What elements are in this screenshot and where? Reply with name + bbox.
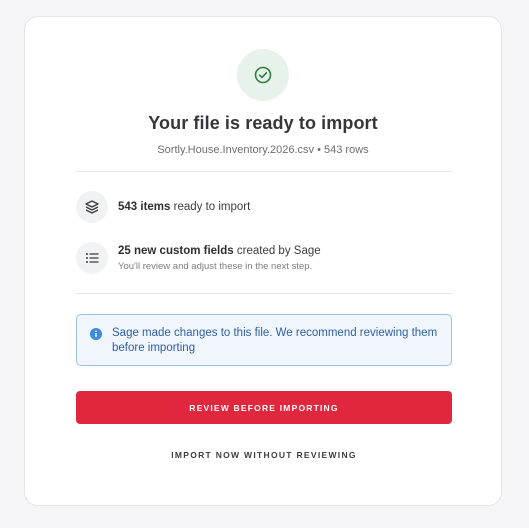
fields-summary-text: 25 new custom fields created by Sage You… bbox=[118, 244, 321, 273]
items-suffix: ready to import bbox=[170, 200, 251, 213]
fields-count: 25 new custom fields bbox=[118, 244, 234, 257]
items-summary-text: 543 items ready to import bbox=[118, 200, 250, 215]
import-ready-card: Your file is ready to import Sortly.Hous… bbox=[24, 16, 502, 506]
info-icon bbox=[90, 328, 102, 340]
fields-summary-line: 25 new custom fields created by Sage bbox=[118, 244, 321, 259]
bottom-divider bbox=[76, 293, 452, 294]
fields-note: You'll review and adjust these in the ne… bbox=[118, 260, 313, 272]
layers-icon bbox=[85, 200, 99, 214]
success-badge bbox=[237, 49, 289, 101]
fields-suffix: created by Sage bbox=[233, 244, 321, 257]
review-before-importing-button[interactable]: REVIEW BEFORE IMPORTING bbox=[76, 391, 452, 424]
fields-icon-wrap bbox=[76, 242, 108, 274]
check-circle-icon bbox=[254, 66, 272, 84]
items-summary-row: 543 items ready to import bbox=[76, 191, 452, 223]
review-notice: Sage made changes to this file. We recom… bbox=[76, 314, 452, 366]
items-icon-wrap bbox=[76, 191, 108, 223]
list-icon bbox=[86, 253, 99, 263]
file-info: Sortly.House.Inventory.2026.csv • 543 ro… bbox=[157, 144, 369, 156]
dialog-title: Your file is ready to import bbox=[148, 113, 378, 133]
fields-summary-row: 25 new custom fields created by Sage You… bbox=[76, 242, 452, 274]
items-count: 543 items bbox=[118, 200, 171, 213]
import-now-button[interactable]: IMPORT NOW WITHOUT REVIEWING bbox=[76, 445, 452, 465]
top-divider bbox=[76, 171, 452, 172]
notice-text: Sage made changes to this file. We recom… bbox=[112, 327, 438, 354]
